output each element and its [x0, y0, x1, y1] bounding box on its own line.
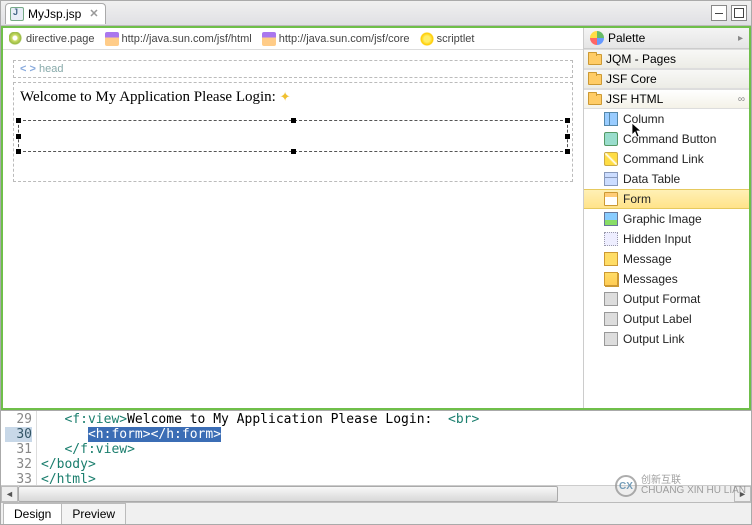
file-tab-label: MyJsp.jsp [28, 7, 81, 21]
scriptlet-item[interactable]: scriptlet [420, 32, 475, 46]
close-icon[interactable]: ✕ [85, 7, 98, 20]
taglib-icon [105, 32, 119, 46]
palette-item-command-button[interactable]: Command Button [584, 129, 749, 149]
table-icon [604, 172, 618, 186]
column-icon [604, 112, 618, 126]
palette-category-jqm[interactable]: JQM - Pages [584, 49, 749, 69]
design-tab[interactable]: Design [3, 503, 62, 524]
cursor-marker-icon: ✦ [280, 89, 291, 104]
output-icon [604, 332, 618, 346]
file-tab[interactable]: MyJsp.jsp ✕ [5, 3, 106, 24]
message-icon [604, 252, 618, 266]
hidden-input-icon [604, 232, 618, 246]
design-canvas[interactable]: < > head Welcome to My Application Pleas… [3, 50, 583, 408]
palette-item-message[interactable]: Message [584, 249, 749, 269]
form-icon [604, 192, 618, 206]
palette-item-list: Column Command Button Command Link Data … [584, 109, 749, 408]
directive-item[interactable]: directive.page [9, 32, 95, 46]
view-tabs: Design Preview [1, 502, 751, 524]
palette-header[interactable]: Palette ▸ [584, 28, 749, 49]
directive-icon [9, 32, 23, 46]
watermark-icon: CX [615, 475, 637, 497]
form-component[interactable] [18, 120, 568, 152]
scriptlet-icon [420, 32, 434, 46]
taglib-icon [262, 32, 276, 46]
link-icon [604, 152, 618, 166]
watermark: CX 创新互联CHUANG XIN HU LIAN [615, 475, 746, 497]
scroll-left-button[interactable]: ◄ [1, 486, 18, 502]
palette-title: Palette [608, 31, 645, 45]
messages-icon [604, 272, 618, 286]
folder-icon [588, 74, 602, 85]
palette-item-command-link[interactable]: Command Link [584, 149, 749, 169]
line-gutter: 29 30 31 32 33 [1, 411, 37, 485]
button-icon [604, 132, 618, 146]
maximize-button[interactable] [731, 5, 747, 21]
taglib-html-item[interactable]: http://java.sun.com/jsf/html [105, 32, 252, 46]
collapse-icon[interactable]: ∞ [738, 94, 745, 105]
palette-item-form[interactable]: Form [584, 189, 749, 209]
palette-panel: Palette ▸ JQM - Pages JSF Core JSF HTML … [583, 28, 749, 408]
palette-category-jsfcore[interactable]: JSF Core [584, 69, 749, 89]
minimize-button[interactable] [711, 5, 727, 21]
preview-tab[interactable]: Preview [61, 503, 126, 524]
palette-item-column[interactable]: Column [584, 109, 749, 129]
selected-code: <h:form></h:form> [88, 427, 221, 442]
folder-icon [588, 54, 602, 65]
body-section[interactable]: Welcome to My Application Please Login: … [13, 82, 573, 182]
head-label: head [39, 63, 63, 75]
palette-item-output-label[interactable]: Output Label [584, 309, 749, 329]
palette-menu-icon[interactable]: ▸ [738, 33, 743, 44]
palette-icon [590, 31, 604, 45]
scroll-thumb[interactable] [18, 486, 558, 502]
palette-item-messages[interactable]: Messages [584, 269, 749, 289]
image-icon [604, 212, 618, 226]
palette-item-output-format[interactable]: Output Format [584, 289, 749, 309]
body-welcome-text: Welcome to My Application Please Login: … [18, 87, 568, 116]
head-section[interactable]: < > head [13, 60, 573, 78]
palette-item-graphic-image[interactable]: Graphic Image [584, 209, 749, 229]
output-icon [604, 292, 618, 306]
editor-toolbar: directive.page http://java.sun.com/jsf/h… [3, 28, 583, 50]
folder-icon [588, 94, 602, 105]
editor-tabbar: MyJsp.jsp ✕ [1, 1, 751, 26]
palette-item-output-link[interactable]: Output Link [584, 329, 749, 349]
head-tag-icon: < > [20, 63, 36, 75]
palette-category-jsfhtml[interactable]: JSF HTML ∞ [584, 89, 749, 109]
palette-item-data-table[interactable]: Data Table [584, 169, 749, 189]
source-code[interactable]: <f:view>Welcome to My Application Please… [37, 411, 751, 485]
taglib-core-item[interactable]: http://java.sun.com/jsf/core [262, 32, 410, 46]
palette-item-hidden-input[interactable]: Hidden Input [584, 229, 749, 249]
output-icon [604, 312, 618, 326]
jsp-file-icon [10, 7, 24, 21]
